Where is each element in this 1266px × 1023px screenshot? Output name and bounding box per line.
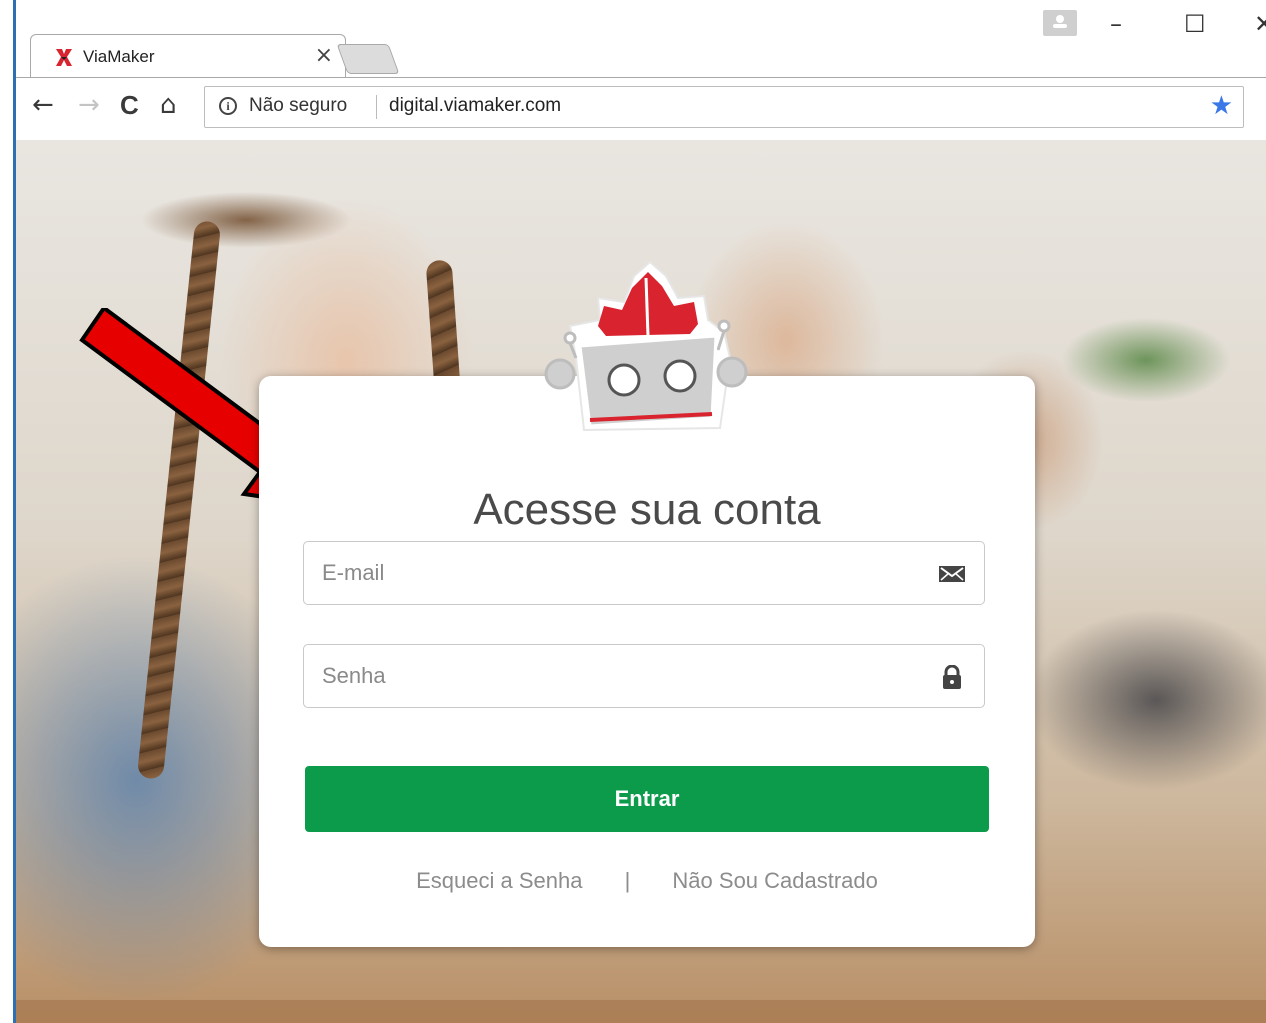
- email-input[interactable]: [304, 542, 904, 604]
- password-field[interactable]: [303, 644, 985, 708]
- mail-icon: [939, 566, 965, 582]
- lock-icon: [943, 665, 961, 689]
- table-edge: [16, 1000, 1266, 1023]
- tab-strip: ViaMaker × – ☐ ✕: [16, 0, 1266, 78]
- password-input[interactable]: [304, 645, 904, 707]
- profile-icon[interactable]: [1043, 10, 1077, 36]
- browser-tab-viamaker[interactable]: ViaMaker ×: [30, 34, 346, 78]
- browser-toolbar: ← → C ⌂ i Não seguro digital.viamaker.co…: [16, 78, 1266, 140]
- back-arrow-icon[interactable]: ←: [32, 90, 54, 120]
- login-card: Acesse sua conta Entrar Esqueci a Senha …: [259, 376, 1035, 947]
- home-icon[interactable]: ⌂: [160, 90, 177, 120]
- star-icon[interactable]: ★: [1210, 91, 1233, 121]
- page-title: Acesse sua conta: [473, 485, 821, 535]
- register-link[interactable]: Não Sou Cadastrado: [672, 868, 877, 893]
- reload-icon[interactable]: C: [120, 90, 139, 121]
- robot-logo-icon: [544, 260, 748, 432]
- close-window-button[interactable]: ✕: [1254, 10, 1266, 38]
- auth-links: Esqueci a Senha | Não Sou Cadastrado: [259, 868, 1035, 894]
- login-button[interactable]: Entrar: [305, 766, 989, 832]
- omnibox-divider: [376, 95, 377, 119]
- new-tab-button[interactable]: [336, 44, 400, 74]
- tab-title: ViaMaker: [83, 47, 155, 66]
- forward-arrow-icon[interactable]: →: [78, 90, 100, 120]
- address-bar[interactable]: i Não seguro digital.viamaker.com ★: [204, 86, 1244, 128]
- forgot-password-link[interactable]: Esqueci a Senha: [416, 868, 582, 893]
- url-text[interactable]: digital.viamaker.com: [389, 95, 561, 117]
- tab-close-icon[interactable]: ×: [315, 43, 333, 68]
- browser-chrome: ViaMaker × – ☐ ✕ ← → C ⌂ i Não seguro di…: [16, 0, 1266, 140]
- minimize-button[interactable]: –: [1110, 10, 1122, 38]
- security-label[interactable]: Não seguro: [249, 95, 347, 117]
- email-field[interactable]: [303, 541, 985, 605]
- maximize-button[interactable]: ☐: [1184, 10, 1206, 38]
- links-separator: |: [624, 868, 631, 893]
- viamaker-favicon-icon: [56, 49, 72, 66]
- window-left-edge: [0, 0, 16, 1023]
- info-icon[interactable]: i: [219, 97, 237, 115]
